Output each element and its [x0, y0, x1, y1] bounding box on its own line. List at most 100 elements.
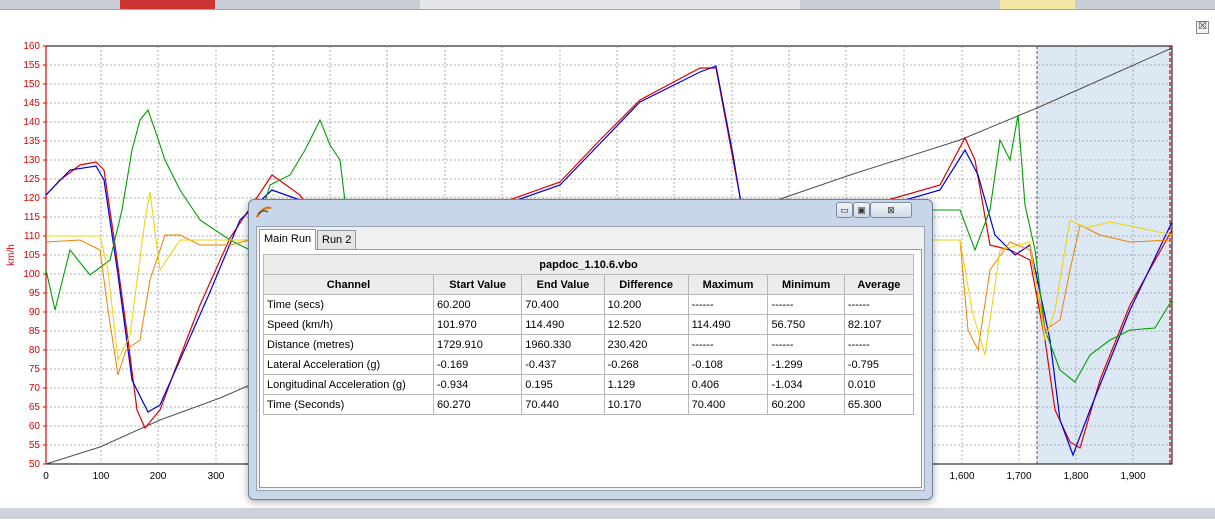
y-tick-label: 95	[29, 288, 41, 299]
results-dialog[interactable]: ▭ ▣ ⊠ Main Run Run 2 papdoc_1.10.6.vbo C…	[248, 199, 933, 500]
table-row: Distance (metres) 1729.910 1960.330 230.420…	[263, 334, 915, 355]
y-tick-label: 60	[29, 421, 41, 432]
column-header: Maximum	[687, 274, 769, 295]
table-header-row: Channel Start Value End Value Difference…	[263, 274, 915, 295]
column-header: End Value	[521, 274, 605, 295]
column-header: Difference	[603, 274, 689, 295]
minimize-button[interactable]: ▭	[836, 202, 853, 218]
cell-difference: 10.200	[603, 294, 689, 315]
y-tick-label: 90	[29, 307, 41, 318]
y-tick-label: 155	[23, 60, 40, 71]
y-tick-label: 55	[29, 440, 41, 451]
cell-maximum: ------	[687, 334, 769, 355]
cell-channel: Speed (km/h)	[263, 314, 434, 335]
x-tick-label: 200	[150, 471, 167, 482]
cell-average: -0.795	[843, 354, 915, 375]
cell-channel: Longitudinal Acceleration (g)	[263, 374, 434, 395]
cell-end: -0.437	[521, 354, 605, 375]
y-tick-label: 130	[23, 155, 40, 166]
cell-minimum: -1.299	[767, 354, 845, 375]
close-button[interactable]: ⊠	[870, 202, 912, 218]
x-tick-label: 1,700	[1006, 471, 1031, 482]
background-logo	[120, 0, 215, 9]
bottom-strip	[0, 508, 1215, 519]
cell-average: ------	[843, 334, 915, 355]
cell-channel: Time (secs)	[263, 294, 434, 315]
cell-difference: 12.520	[603, 314, 689, 335]
y-tick-label: 85	[29, 326, 41, 337]
cell-end: 70.400	[521, 294, 605, 315]
tab-run-2[interactable]: Run 2	[317, 230, 357, 249]
y-tick-label: 115	[24, 212, 40, 223]
tab-panel: papdoc_1.10.6.vbo Channel Start Value En…	[259, 249, 922, 488]
cell-start: -0.169	[432, 354, 523, 375]
table-row: Time (Seconds) 60.270 70.440 10.170 70.400 60…	[263, 394, 915, 415]
results-table: papdoc_1.10.6.vbo Channel Start Value En…	[263, 254, 915, 415]
cell-channel: Time (Seconds)	[263, 394, 434, 415]
y-axis-label: km/h	[6, 244, 17, 266]
y-tick-label: 120	[23, 193, 40, 204]
x-tick-label: 1,800	[1063, 471, 1088, 482]
background-app-strip	[0, 0, 1215, 9]
cell-maximum: 70.400	[687, 394, 769, 415]
y-tick-label: 100	[23, 269, 40, 280]
cell-difference: 1.129	[603, 374, 689, 395]
cell-average: 0.010	[843, 374, 915, 395]
maximize-button[interactable]: ▣	[853, 202, 870, 218]
cell-average: 82.107	[843, 314, 915, 335]
file-title: papdoc_1.10.6.vbo	[263, 254, 914, 275]
table-row: Time (secs) 60.200 70.400 10.200 ------ -----…	[263, 294, 915, 315]
cell-minimum: ------	[767, 294, 845, 315]
cell-average: ------	[843, 294, 915, 315]
y-tick-label: 105	[23, 250, 40, 261]
y-tick-label: 80	[29, 345, 41, 356]
cell-maximum: -0.108	[687, 354, 769, 375]
y-tick-label: 50	[29, 459, 41, 470]
background-bar	[420, 0, 800, 9]
cell-minimum: -1.034	[767, 374, 845, 395]
dialog-client: Main Run Run 2 papdoc_1.10.6.vbo Channel…	[256, 226, 925, 491]
cell-average: 65.300	[843, 394, 915, 415]
cell-start: 60.200	[432, 294, 523, 315]
background-badge	[1000, 0, 1075, 9]
y-tick-label: 160	[23, 41, 40, 52]
y-tick-label: 125	[23, 174, 40, 185]
tab-main-run[interactable]: Main Run	[259, 229, 317, 250]
cell-minimum: ------	[767, 334, 845, 355]
y-tick-label: 140	[23, 117, 40, 128]
y-tick-label: 135	[23, 136, 40, 147]
cell-start: 60.270	[432, 394, 523, 415]
cell-minimum: 60.200	[767, 394, 845, 415]
app-logo-icon	[256, 206, 272, 218]
y-tick-label: 70	[29, 383, 41, 394]
cell-start: 1729.910	[432, 334, 523, 355]
y-tick-label: 145	[23, 98, 40, 109]
cell-difference: -0.268	[603, 354, 689, 375]
cell-minimum: 56.750	[767, 314, 845, 335]
column-header: Minimum	[767, 274, 845, 295]
y-tick-label: 150	[23, 79, 40, 90]
cell-maximum: ------	[687, 294, 769, 315]
table-row: Speed (km/h) 101.970 114.490 12.520 114.490 5…	[263, 314, 915, 335]
y-tick-label: 65	[29, 402, 41, 413]
column-header: Start Value	[432, 274, 523, 295]
y-tick-label: 110	[24, 231, 40, 242]
column-header: Channel	[263, 274, 434, 295]
cell-end: 70.440	[521, 394, 605, 415]
x-tick-label: 1,600	[949, 471, 974, 482]
x-tick-label: 1,900	[1120, 471, 1145, 482]
cell-channel: Lateral Acceleration (g)	[263, 354, 434, 375]
graph-close-button[interactable]: ☒	[1196, 21, 1209, 34]
column-header: Average	[843, 274, 915, 295]
x-tick-label: 100	[93, 471, 110, 482]
table-row: Lateral Acceleration (g) -0.169 -0.437 -0.2…	[263, 354, 915, 375]
x-tick-label: 0	[43, 471, 49, 482]
cell-difference: 230.420	[603, 334, 689, 355]
y-tick-label: 75	[29, 364, 41, 375]
cell-end: 0.195	[521, 374, 605, 395]
cell-start: 101.970	[432, 314, 523, 335]
cell-difference: 10.170	[603, 394, 689, 415]
cell-start: -0.934	[432, 374, 523, 395]
cell-maximum: 0.406	[687, 374, 769, 395]
table-row: Longitudinal Acceleration (g) -0.934 0.195…	[263, 374, 915, 395]
